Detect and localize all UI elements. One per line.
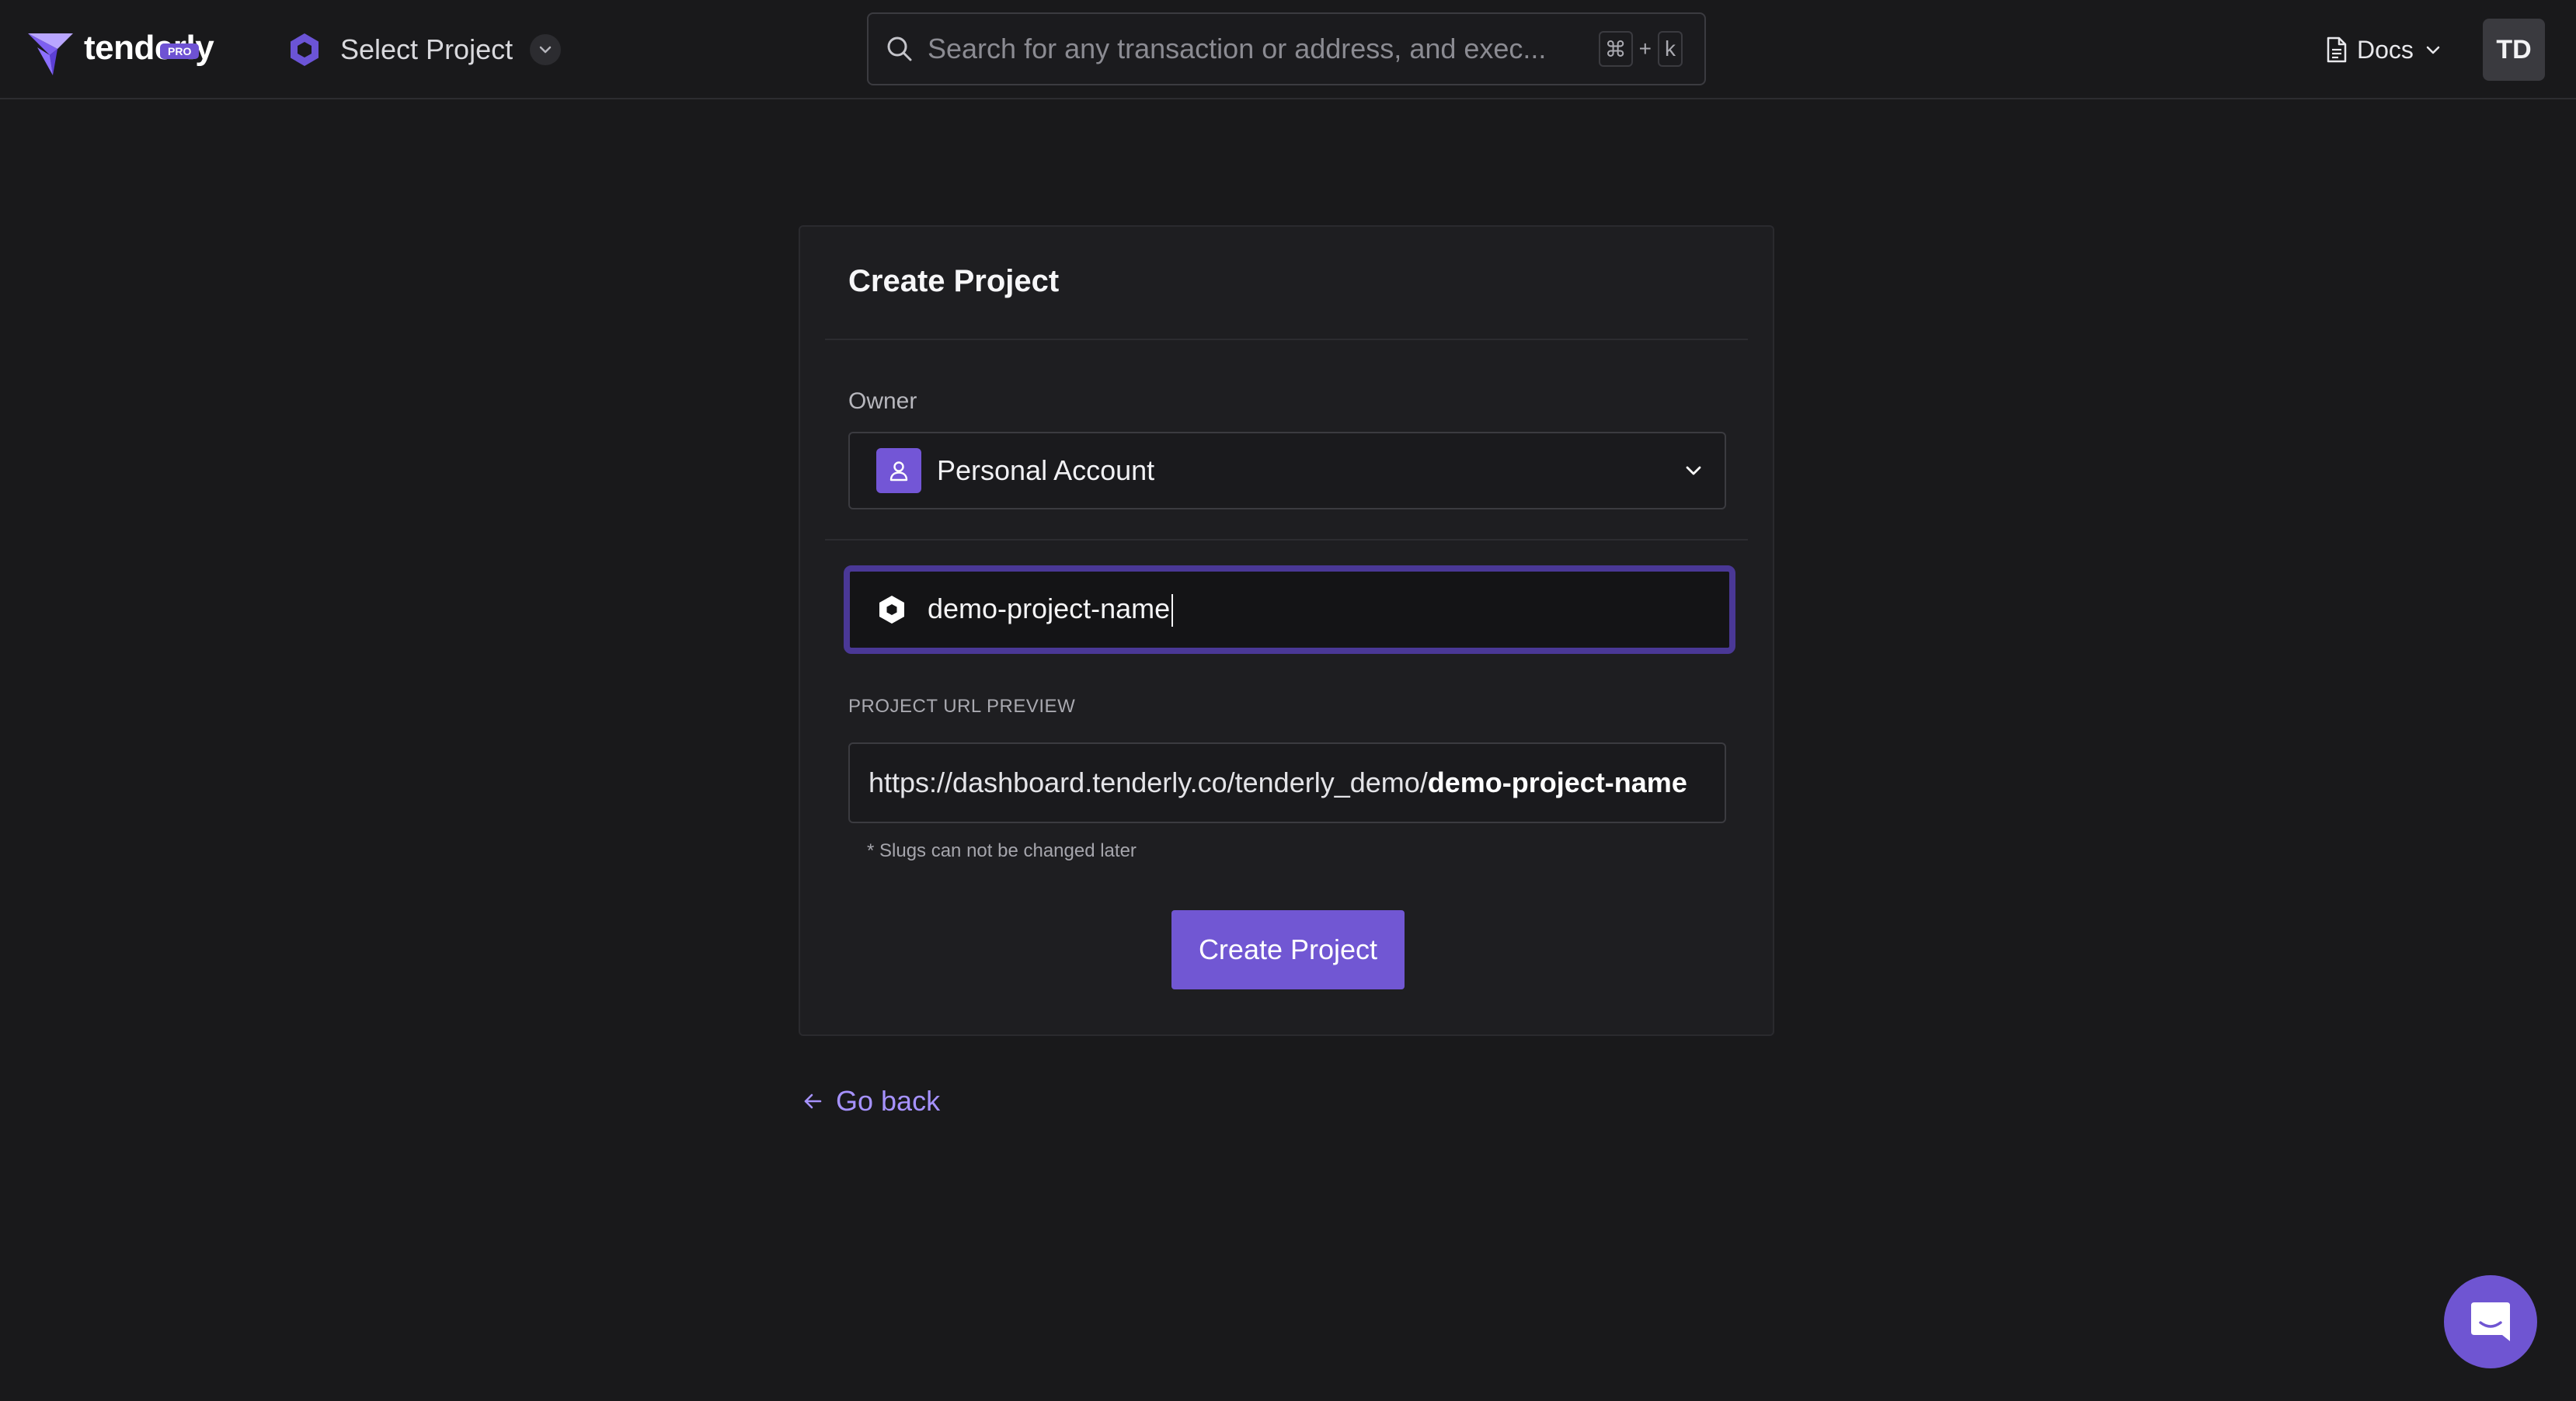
user-avatar[interactable]: TD (2483, 19, 2545, 81)
docs-label: Docs (2357, 35, 2414, 64)
owner-avatar (876, 448, 921, 493)
k-key: k (1658, 31, 1683, 67)
project-chevron[interactable] (530, 34, 562, 65)
hexagon-icon (879, 596, 904, 624)
tenderly-logo-icon (28, 33, 73, 75)
project-name-value: demo-project-name (928, 593, 1174, 627)
docs-dropdown[interactable]: Docs (2324, 30, 2442, 70)
chevron-down-icon (2426, 46, 2440, 54)
search-placeholder: Search for any transaction or address, a… (928, 33, 1547, 64)
url-preview-label: PROJECT URL PREVIEW (848, 696, 1076, 717)
url-slug: demo-project-name (1427, 767, 1687, 798)
select-project-dropdown[interactable]: Select Project (286, 26, 562, 73)
url-base: https://dashboard.tenderly.co/tenderly_d… (869, 767, 1428, 798)
owner-select[interactable]: Personal Account (848, 432, 1726, 509)
search-icon (887, 37, 912, 61)
owner-divider (825, 539, 1748, 541)
owner-label: Owner (848, 388, 917, 414)
user-icon (889, 461, 908, 481)
project-name-input[interactable]: demo-project-name (844, 565, 1735, 654)
chat-icon (2471, 1302, 2510, 1341)
owner-value: Personal Account (937, 454, 1155, 486)
hexagon-icon (291, 33, 319, 66)
pro-badge: PRO (160, 43, 200, 59)
create-project-button[interactable]: Create Project (1171, 910, 1405, 989)
url-preview: https://dashboard.tenderly.co/tenderly_d… (848, 742, 1726, 823)
slug-note: * Slugs can not be changed later (867, 840, 1137, 861)
command-key: ⌘ (1598, 31, 1633, 67)
card-title: Create Project (848, 264, 1060, 298)
go-back-link[interactable]: Go back (802, 1079, 940, 1123)
select-project-label: Select Project (340, 33, 513, 65)
top-navigation-bar: tenderly PRO Select Project Search for a… (0, 0, 2576, 99)
shortcut-plus: + (1638, 37, 1652, 61)
chevron-down-icon (539, 46, 552, 54)
arrow-left-icon (804, 1093, 822, 1109)
create-project-card: Create Project Owner Personal Account de… (799, 225, 1774, 1036)
search-input[interactable]: Search for any transaction or address, a… (867, 12, 1706, 85)
document-icon (2327, 37, 2347, 63)
support-chat-button[interactable] (2444, 1275, 2537, 1368)
chevron-down-icon (1686, 466, 1701, 475)
search-shortcut: ⌘ + k (1598, 31, 1683, 67)
go-back-label: Go back (836, 1085, 941, 1117)
title-divider (825, 339, 1748, 340)
